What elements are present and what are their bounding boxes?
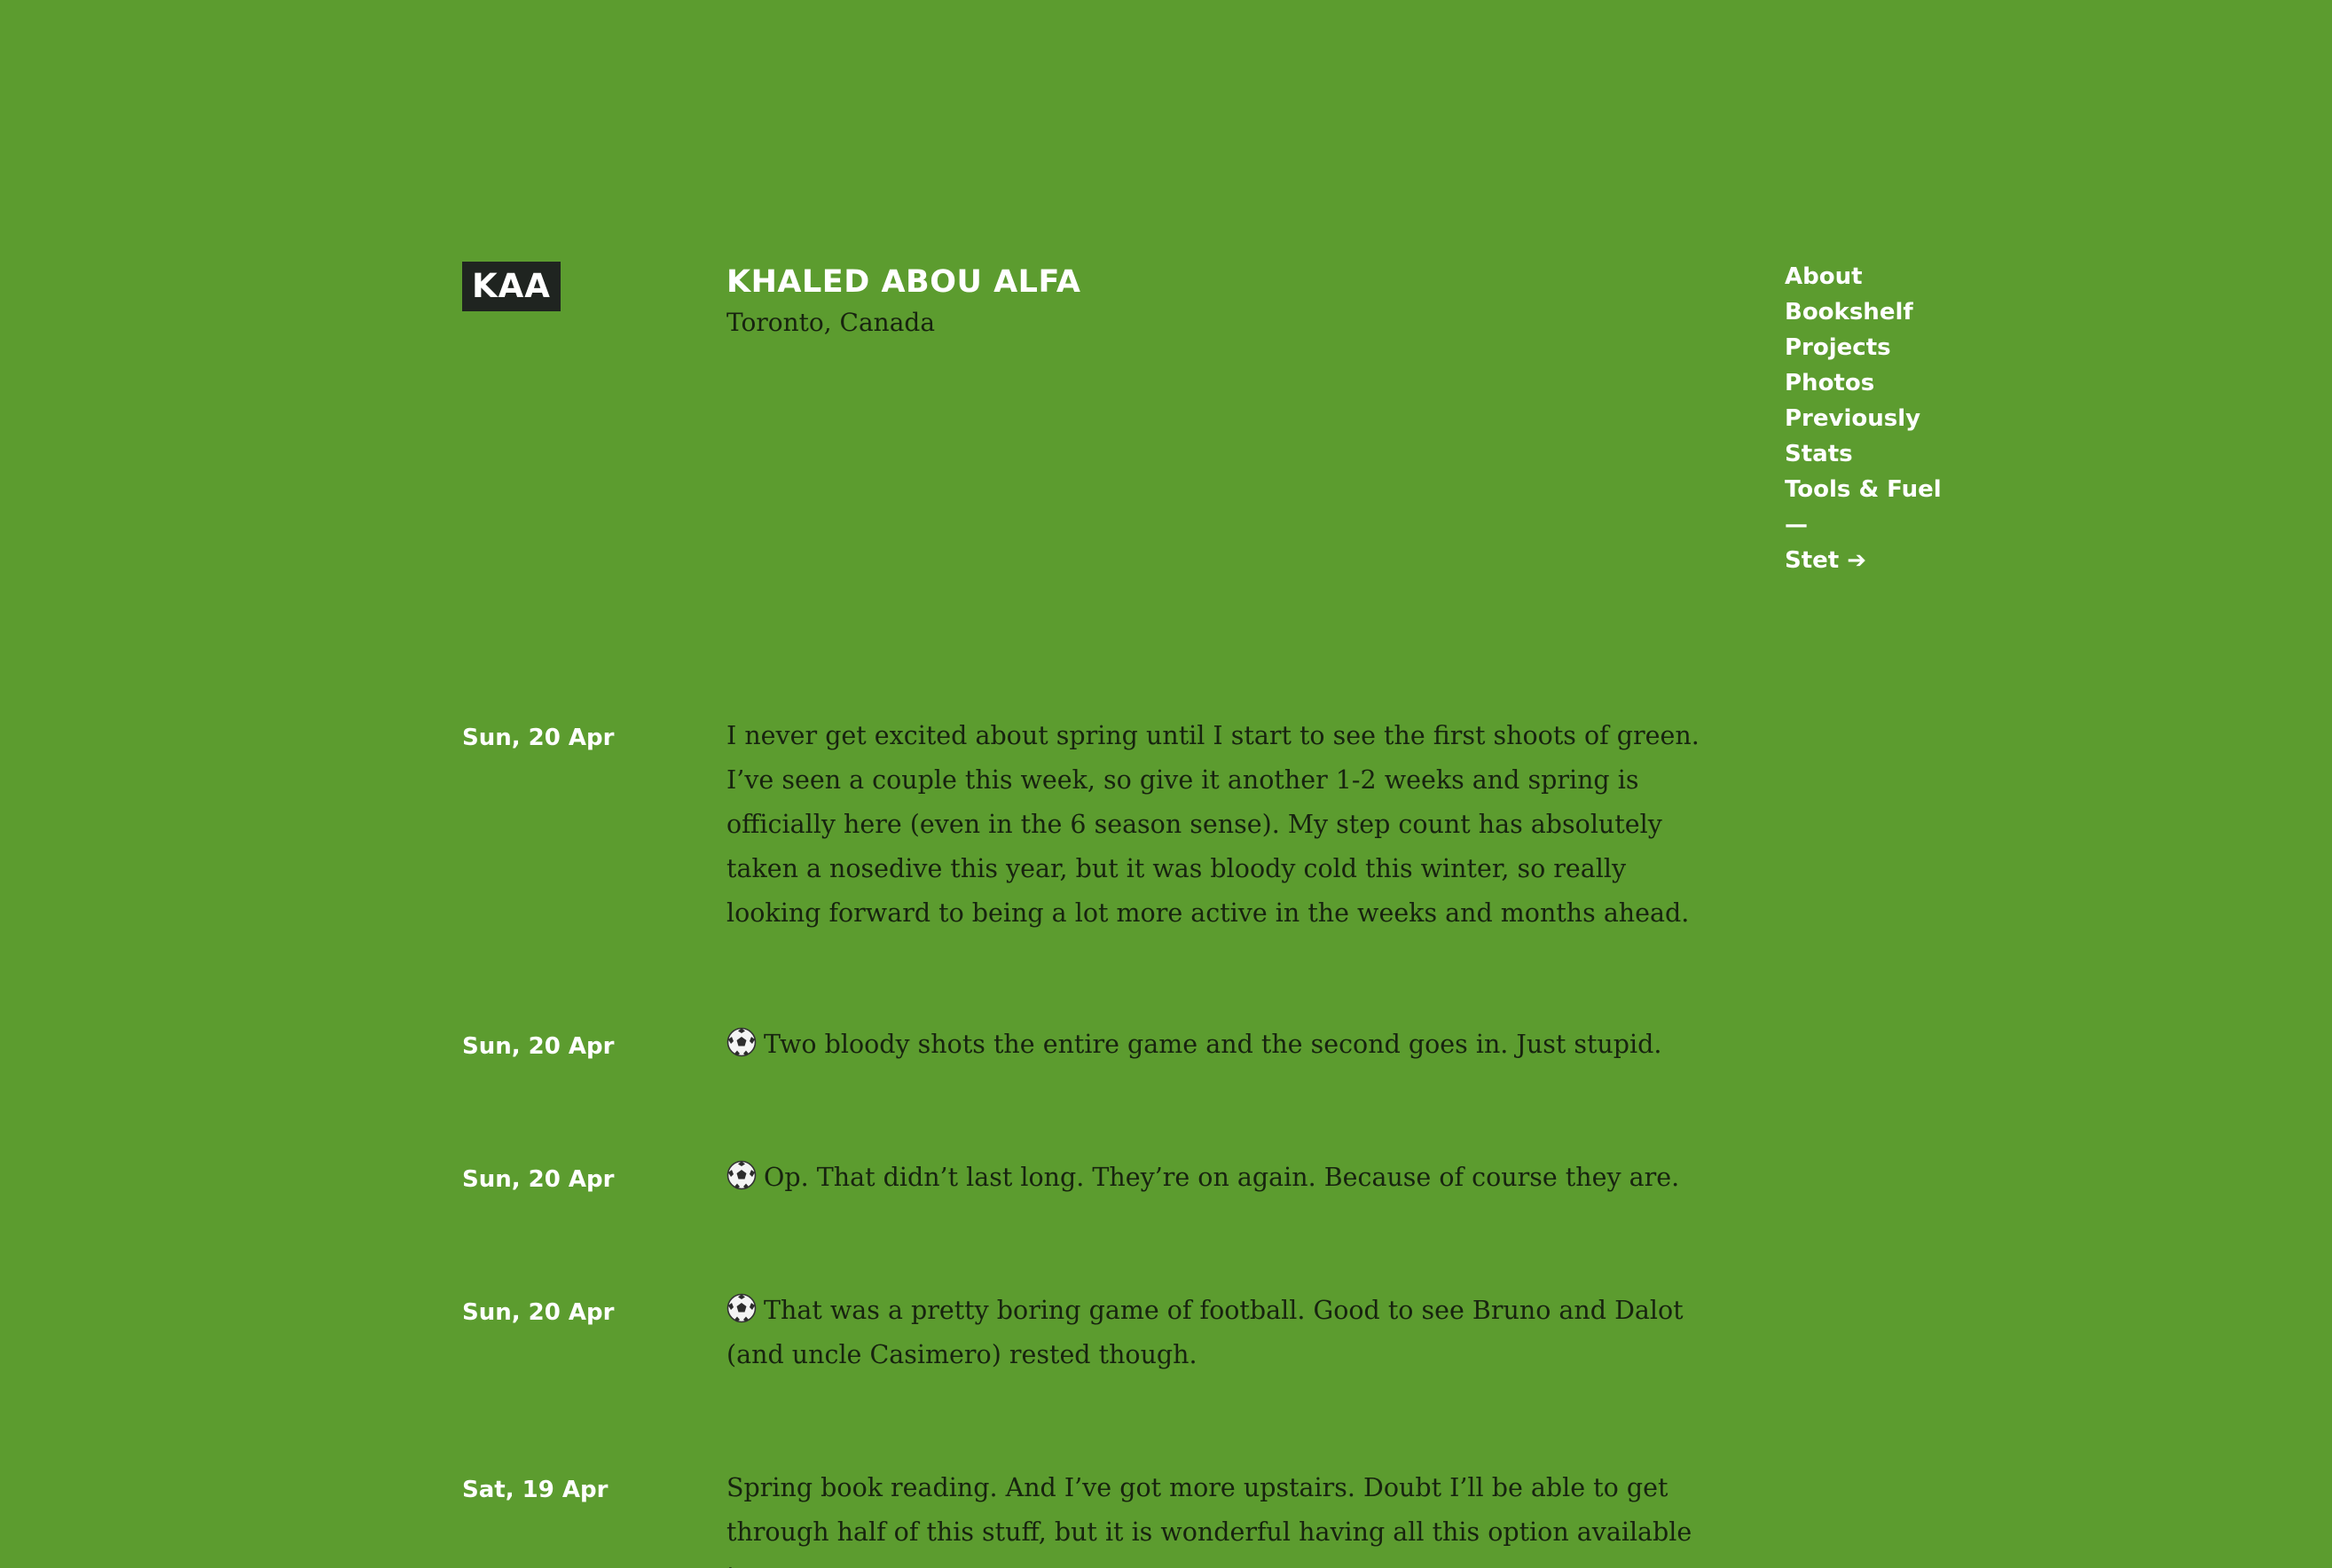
soccer-ball-icon <box>726 1293 757 1323</box>
nav-item-stats[interactable]: Stats <box>1785 436 1998 472</box>
main-nav: About Bookshelf Projects Photos Previous… <box>1785 259 1998 578</box>
site-location: Toronto, Canada <box>726 308 936 337</box>
nav-item-photos[interactable]: Photos <box>1785 365 1998 401</box>
nav-item-projects[interactable]: Projects <box>1785 330 1998 365</box>
post-body: Two bloody shots the entire game and the… <box>726 1023 1724 1067</box>
post-text: Op. That didn’t last long. They’re on ag… <box>764 1163 1680 1192</box>
post-text: I never get excited about spring until I… <box>726 721 1700 928</box>
post-body: That was a pretty boring game of footbal… <box>726 1289 1724 1377</box>
post-date[interactable]: Sun, 20 Apr <box>462 1163 693 1196</box>
post-date[interactable]: Sun, 20 Apr <box>462 1296 693 1329</box>
site-logo[interactable]: KAA <box>462 262 561 311</box>
post-body: Op. That didn’t last long. They’re on ag… <box>726 1156 1724 1200</box>
post-date[interactable]: Sun, 20 Apr <box>462 721 693 755</box>
post-text: That was a pretty boring game of footbal… <box>726 1296 1684 1369</box>
site-title[interactable]: KHALED ABOU ALFA <box>726 261 1080 303</box>
nav-item-about[interactable]: About <box>1785 259 1998 294</box>
nav-item-tools-fuel[interactable]: Tools & Fuel <box>1785 472 1998 507</box>
post-date[interactable]: Sun, 20 Apr <box>462 1030 693 1063</box>
post-date[interactable]: Sat, 19 Apr <box>462 1473 693 1507</box>
soccer-ball-icon <box>726 1027 757 1057</box>
post-text: Spring book reading. And I’ve got more u… <box>726 1473 1692 1568</box>
soccer-ball-icon <box>726 1160 757 1190</box>
nav-item-previously[interactable]: Previously <box>1785 401 1998 436</box>
nav-item-stet[interactable]: Stet ➔ <box>1785 543 1998 578</box>
post-text: Two bloody shots the entire game and the… <box>764 1030 1662 1059</box>
nav-item-bookshelf[interactable]: Bookshelf <box>1785 294 1998 330</box>
nav-separator: — <box>1785 512 1808 538</box>
